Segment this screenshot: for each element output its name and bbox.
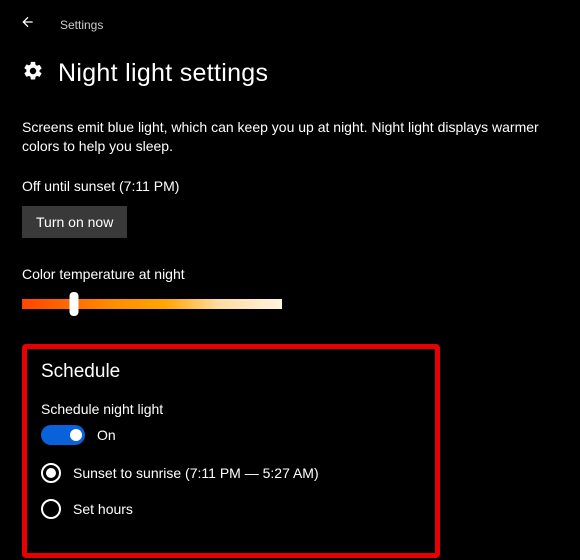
radio-option-set-hours[interactable]: Set hours <box>41 499 421 519</box>
radio-option-sunset[interactable]: Sunset to sunrise (7:11 PM — 5:27 AM) <box>41 463 421 483</box>
turn-on-button[interactable]: Turn on now <box>22 206 127 238</box>
schedule-title: Schedule <box>41 361 421 383</box>
description-text: Screens emit blue light, which can keep … <box>22 118 558 156</box>
radio-label: Set hours <box>73 501 133 517</box>
toggle-state-text: On <box>97 427 116 443</box>
slider-thumb[interactable] <box>70 292 79 316</box>
radio-icon <box>41 499 61 519</box>
slider-label: Color temperature at night <box>22 266 558 282</box>
color-temperature-slider[interactable] <box>22 292 282 316</box>
toggle-knob <box>70 429 82 441</box>
back-button[interactable] <box>16 12 40 37</box>
radio-icon <box>41 463 61 483</box>
page-title: Night light settings <box>58 59 268 88</box>
radio-label: Sunset to sunrise (7:11 PM — 5:27 AM) <box>73 465 319 481</box>
slider-track <box>22 299 282 309</box>
schedule-label: Schedule night light <box>41 401 421 417</box>
status-text: Off until sunset (7:11 PM) <box>22 178 558 194</box>
schedule-section: Schedule Schedule night light On Sunset … <box>22 344 440 558</box>
gear-icon <box>22 60 44 87</box>
schedule-toggle[interactable] <box>41 425 85 445</box>
app-title: Settings <box>60 18 103 32</box>
